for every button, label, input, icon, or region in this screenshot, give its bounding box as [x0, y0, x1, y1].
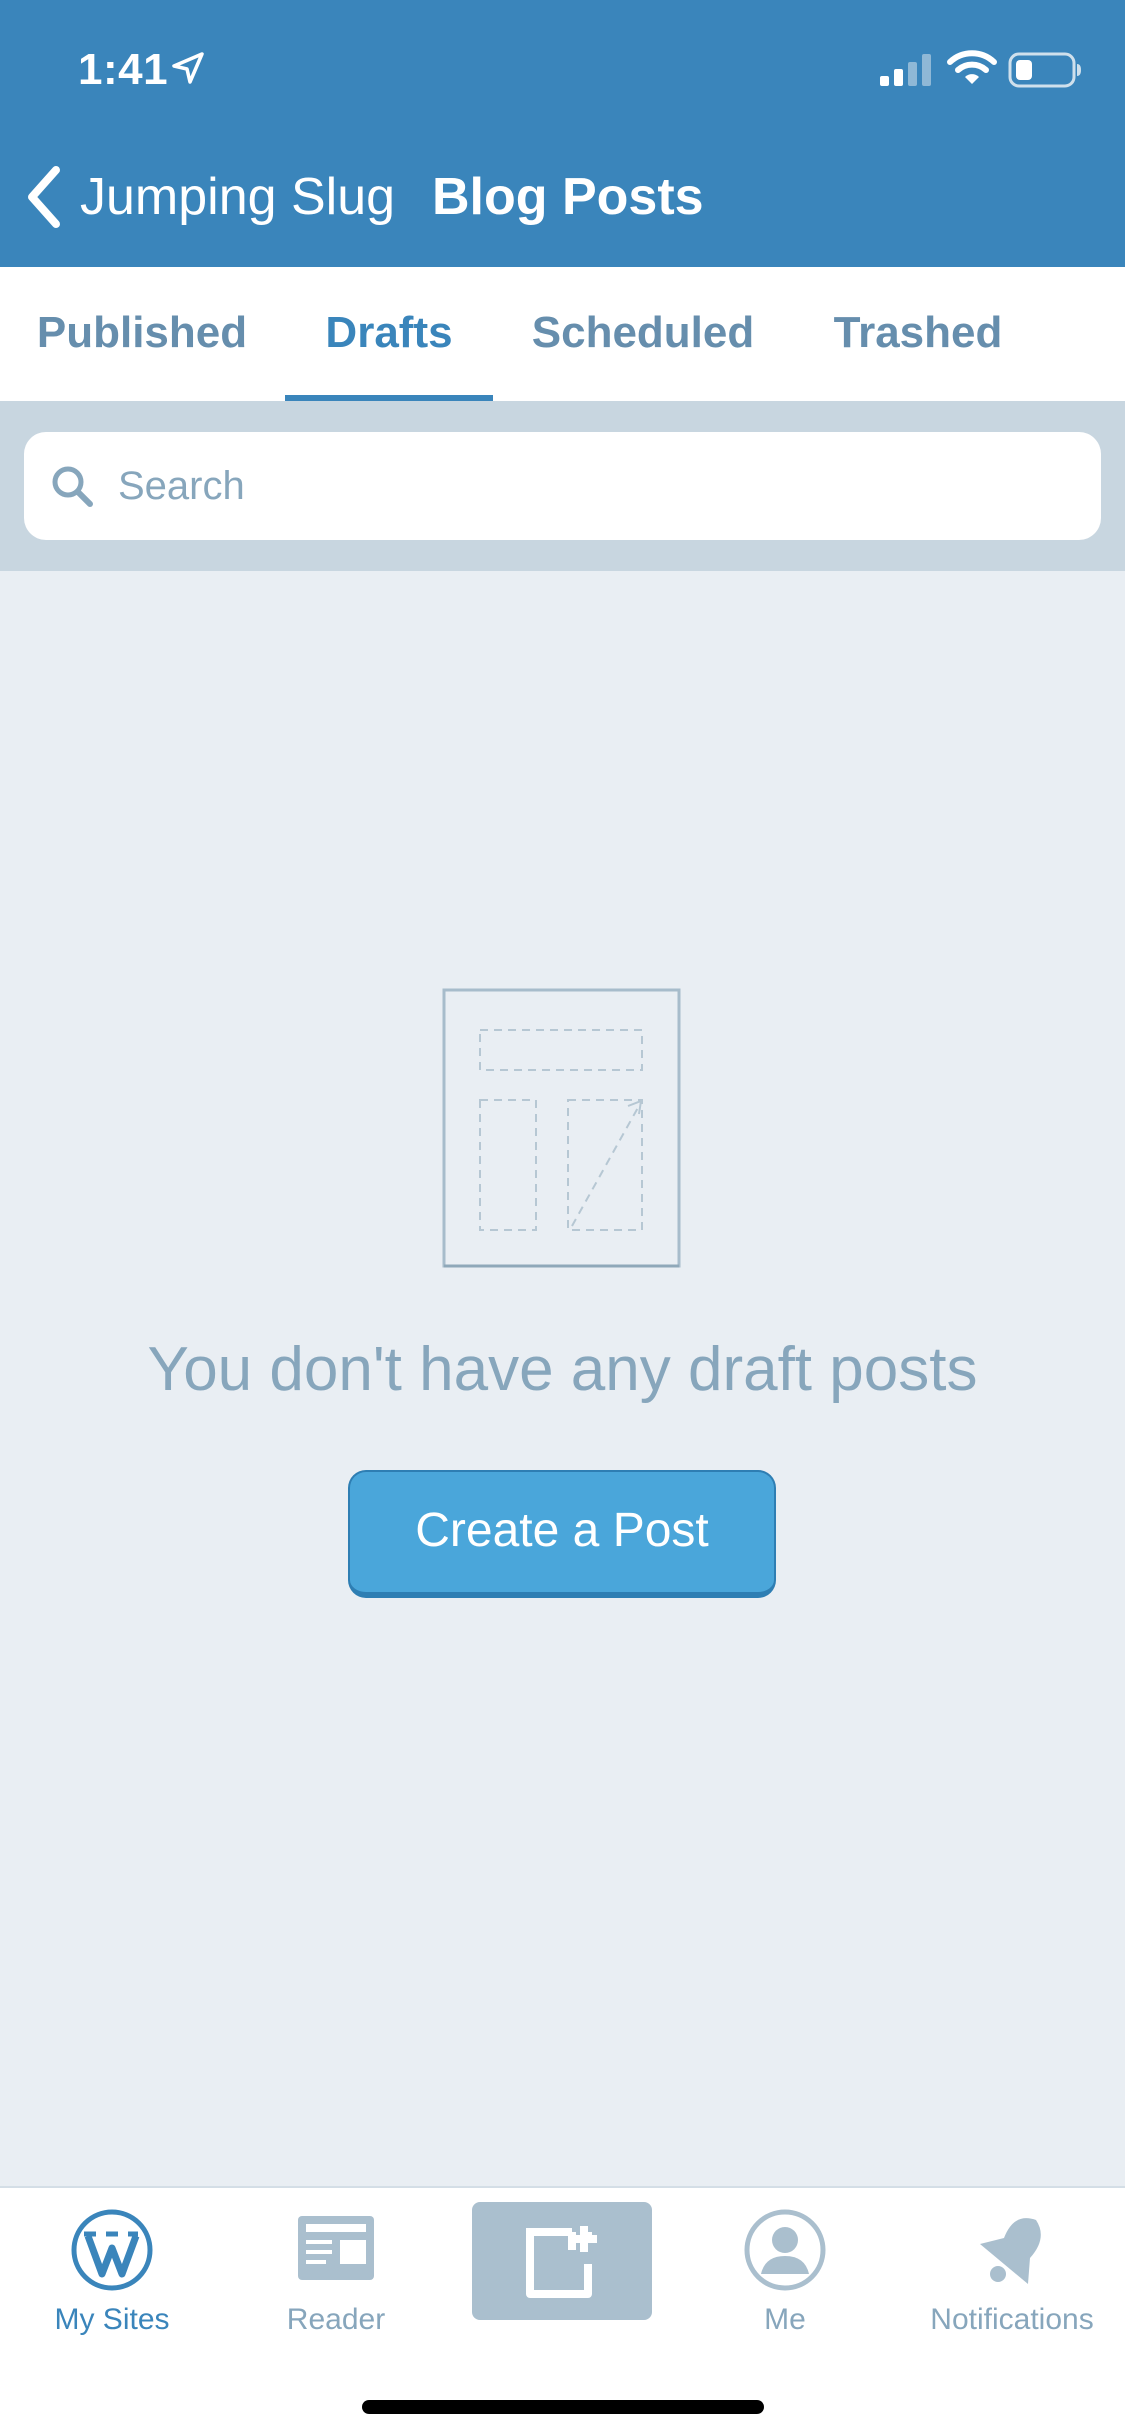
battery-icon — [1008, 52, 1081, 88]
search-field[interactable] — [24, 432, 1101, 540]
cellular-signal-icon — [880, 54, 931, 86]
write-post-button[interactable] — [472, 2202, 652, 2320]
wordpress-logo-icon — [71, 2209, 153, 2291]
tab-trashed[interactable]: Trashed — [808, 267, 1028, 401]
tab-drafts[interactable]: Drafts — [285, 267, 493, 401]
tab-notifications[interactable]: Notifications — [905, 2208, 1119, 2368]
tab-me[interactable]: Me — [695, 2208, 875, 2368]
wifi-icon — [947, 50, 997, 84]
bell-icon — [980, 2218, 1041, 2284]
back-label: Jumping Slug — [80, 168, 396, 226]
chevron-left-icon — [28, 166, 60, 228]
empty-post-illustration — [442, 988, 681, 1268]
tab-published[interactable]: Published — [20, 267, 264, 401]
navigation-bar: 1:41 Jumping Slug Blog Posts — [0, 0, 1125, 267]
back-button[interactable]: Jumping Slug — [22, 160, 395, 234]
status-time: 1:41 — [78, 45, 169, 94]
tab-reader[interactable]: Reader — [246, 2208, 426, 2368]
tab-my-sites[interactable]: My Sites — [22, 2208, 202, 2368]
page-title: Blog Posts — [432, 168, 704, 226]
tab-label-me: Me — [764, 2303, 806, 2336]
create-post-button[interactable]: Create a Post — [348, 1470, 776, 1598]
home-indicator[interactable] — [362, 2400, 764, 2414]
search-input[interactable] — [110, 432, 1078, 540]
tab-label-notifications: Notifications — [930, 2303, 1094, 2336]
search-icon — [52, 466, 93, 507]
location-arrow-icon — [172, 52, 204, 84]
reader-icon — [298, 2216, 374, 2280]
post-filter-tabs: Published Drafts Scheduled Trashed — [0, 267, 1125, 401]
tab-label-my-sites: My Sites — [54, 2303, 170, 2336]
profile-icon — [744, 2209, 826, 2291]
empty-state-message: You don't have any draft posts — [147, 1335, 978, 1404]
tab-label-reader: Reader — [286, 2303, 386, 2336]
tab-scheduled[interactable]: Scheduled — [512, 267, 774, 401]
bottom-tab-bar: My Sites Reader Me Notifications — [0, 2186, 1125, 2436]
write-post-icon — [526, 2226, 597, 2298]
